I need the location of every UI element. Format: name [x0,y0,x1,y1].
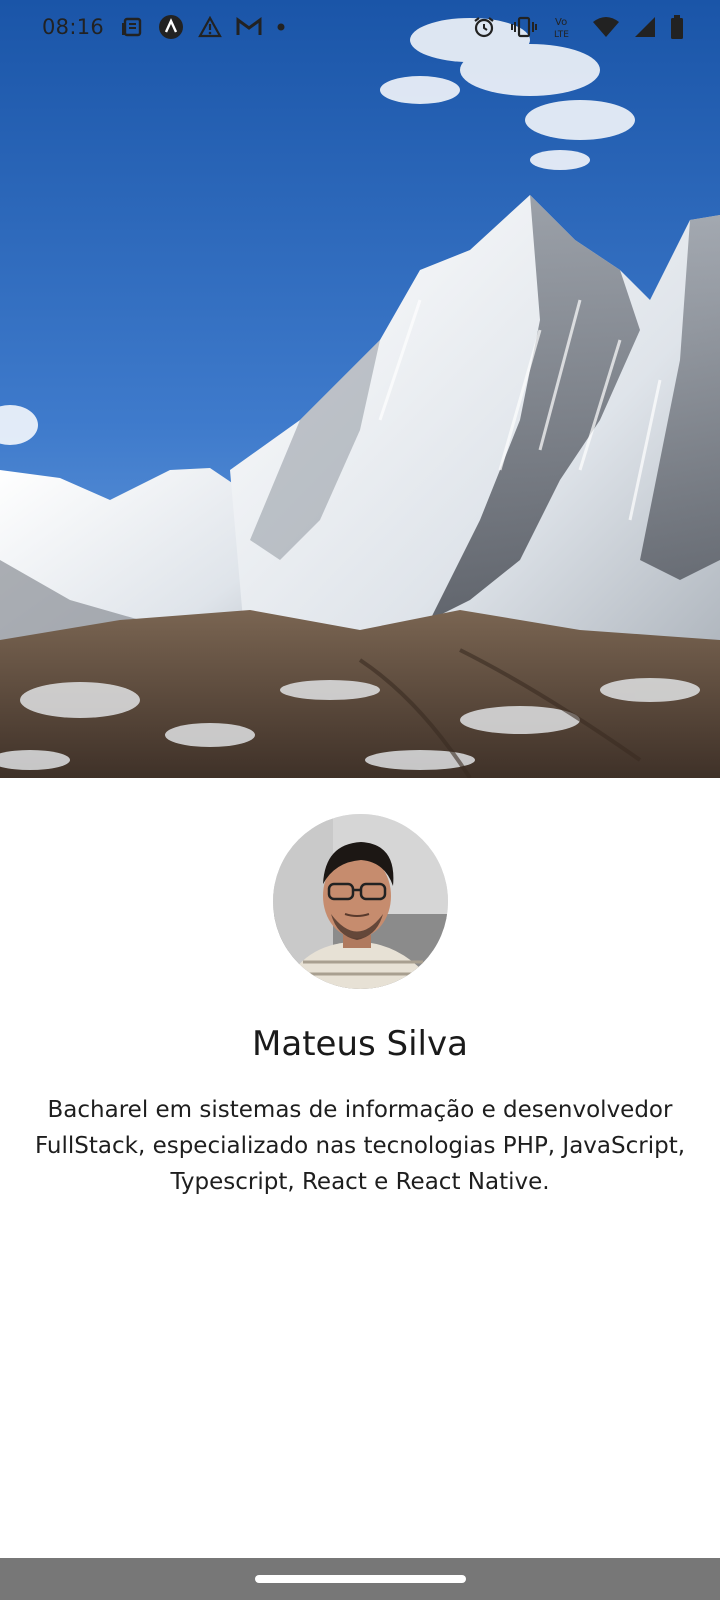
dot-icon [276,22,286,32]
app-a-icon [158,14,184,40]
volte-bottom-label: LTE [554,30,569,40]
status-time: 08:16 [42,15,105,39]
warning-icon [198,16,222,38]
cover-image [0,0,720,778]
navigation-bar [0,1558,720,1600]
avatar [273,814,448,989]
gmail-icon [236,17,262,37]
volte-icon: Vo LTE [552,14,578,40]
wifi-icon [592,16,620,38]
alarm-icon [472,15,496,39]
mountain-landscape-image [0,0,720,778]
news-icon [120,15,144,39]
home-gesture-handle[interactable] [255,1575,466,1583]
profile-name: Mateus Silva [252,1024,468,1064]
battery-icon [670,15,684,39]
status-bar: 08:16 Vo LTE [0,0,720,54]
profile-bio: Bacharel em sistemas de informação e des… [34,1097,686,1195]
profile-photo-image [273,814,448,989]
profile-screen: 08:16 Vo LTE Mateus Silva Bacharel em si… [0,0,720,1600]
signal-icon [634,16,656,38]
volte-top-label: Vo [555,17,567,28]
vibrate-icon [510,15,538,39]
